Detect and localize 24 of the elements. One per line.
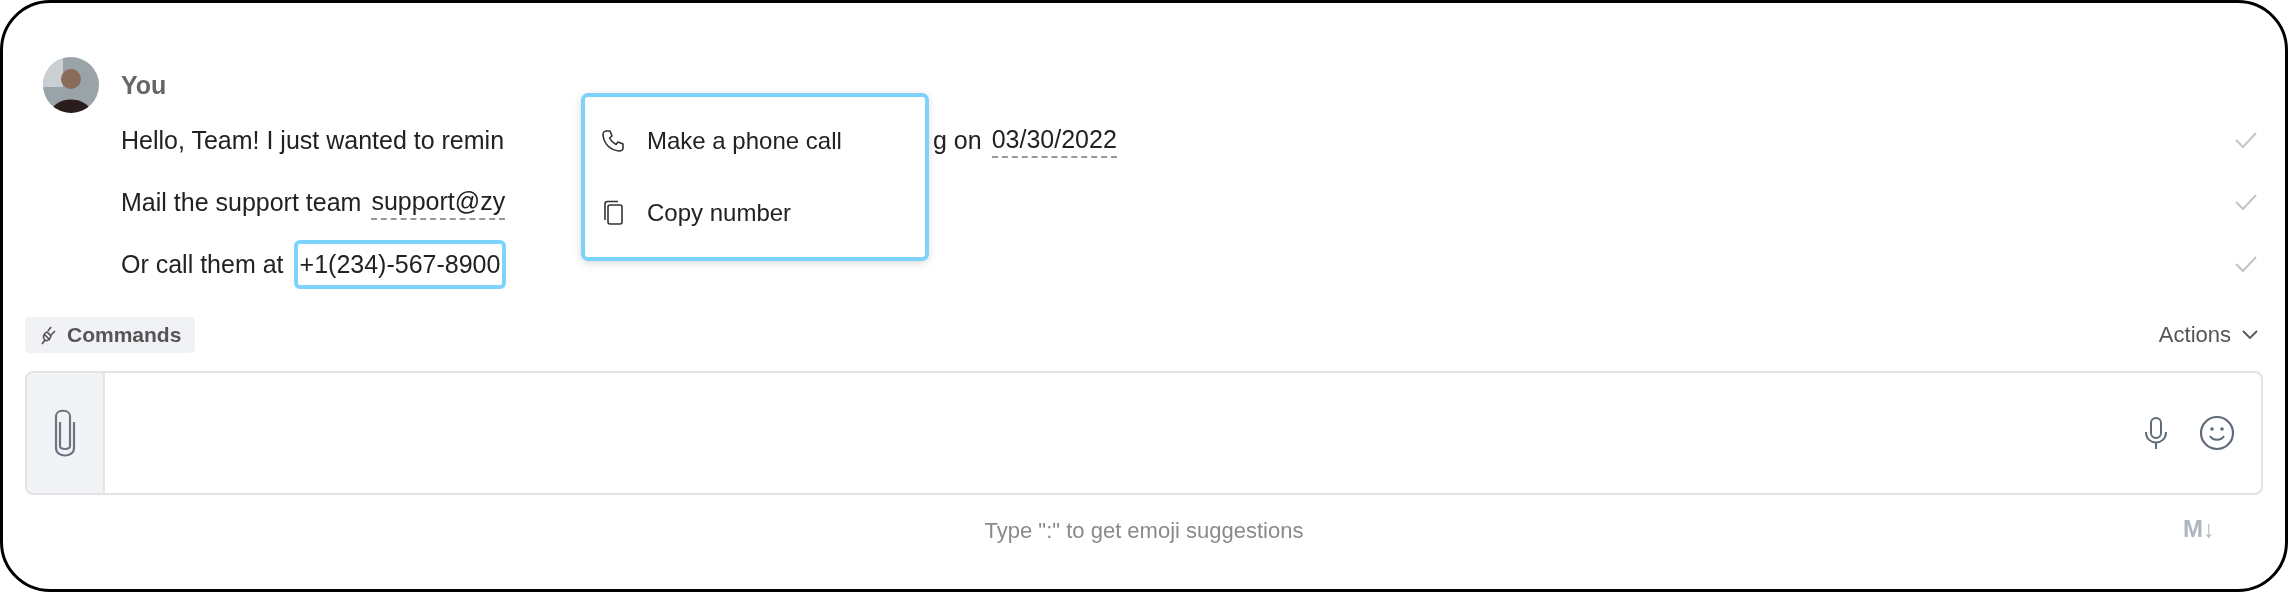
emoji-icon[interactable] xyxy=(2199,415,2235,451)
author-name: You xyxy=(121,70,167,100)
message-input[interactable] xyxy=(25,371,2263,495)
paperclip-icon xyxy=(53,408,77,458)
avatar xyxy=(43,57,99,113)
message-text: g on xyxy=(933,125,982,155)
menu-item[interactable]: Make a phone call xyxy=(585,105,925,177)
actions-dropdown[interactable]: Actions xyxy=(2154,322,2263,348)
inline-link[interactable]: +1(234)-567-8900 xyxy=(293,239,507,289)
message-text: Mail the support team xyxy=(121,187,362,217)
microphone-icon[interactable] xyxy=(2143,416,2169,450)
chevron-down-icon xyxy=(2241,329,2259,341)
commands-button[interactable]: Commands xyxy=(25,317,196,353)
attach-button[interactable] xyxy=(27,373,105,493)
copy-icon xyxy=(601,200,625,226)
message-text: Or call them at xyxy=(121,249,284,279)
inline-link[interactable]: 03/30/2022 xyxy=(991,122,1117,158)
menu-item[interactable]: Copy number xyxy=(585,177,925,249)
markdown-label: M↓ xyxy=(2183,515,2215,543)
plug-icon xyxy=(39,325,57,345)
message-text: Hello, Team! I just wanted to remin xyxy=(121,125,506,155)
emoji-hint: Type ":" to get emoji suggestions xyxy=(984,518,1304,544)
inline-link[interactable]: support@zy xyxy=(371,184,506,220)
phone-icon xyxy=(601,129,625,153)
